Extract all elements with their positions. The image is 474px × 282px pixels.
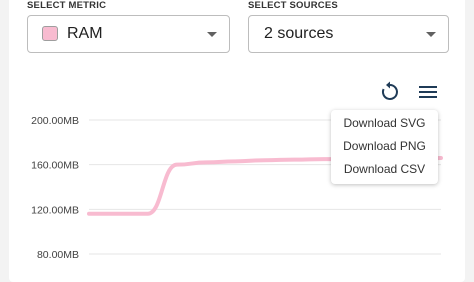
y-tick-label: 120.00MB: [31, 204, 79, 216]
export-menu: Download SVG Download PNG Download CSV: [331, 110, 438, 184]
download-svg-item[interactable]: Download SVG: [331, 112, 438, 134]
y-tick-label: 160.00MB: [31, 160, 79, 172]
y-tick-label: 200.00MB: [31, 115, 79, 127]
download-png-item[interactable]: Download PNG: [331, 135, 438, 157]
download-csv-item[interactable]: Download CSV: [331, 158, 438, 180]
y-tick-label: 80.00MB: [37, 249, 79, 261]
